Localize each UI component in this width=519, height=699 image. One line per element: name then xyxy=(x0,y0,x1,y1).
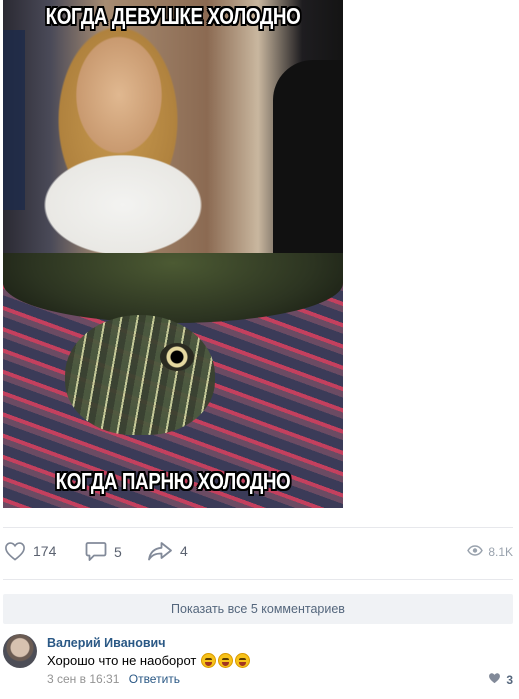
laughing-emoji-icon xyxy=(218,653,234,668)
comment-like-button[interactable]: 3 xyxy=(488,672,513,687)
heart-icon xyxy=(488,672,501,687)
meme-image[interactable]: КОГДА ДЕВУШКЕ ХОЛОДНО КОГДА ПАРНЮ ХОЛОДН… xyxy=(3,0,343,508)
share-count: 4 xyxy=(180,543,188,559)
turtle-eye xyxy=(160,343,194,371)
post-actions: 174 5 4 8.1K xyxy=(0,537,519,569)
like-button[interactable]: 174 xyxy=(4,541,56,561)
laughing-emoji-icon xyxy=(201,653,217,668)
comment-button[interactable]: 5 xyxy=(85,541,122,562)
turtle-head xyxy=(65,315,215,435)
background-person xyxy=(273,60,343,253)
like-count: 174 xyxy=(33,543,57,559)
comment-meta: 3 сен в 16:31 Ответить xyxy=(47,672,180,686)
share-icon xyxy=(147,541,173,561)
meme-caption-bottom: КОГДА ПАРНЮ ХОЛОДНО xyxy=(55,468,291,494)
meme-panel-woman xyxy=(3,0,343,253)
comment: Валерий Иванович Хорошо что не наоборот … xyxy=(3,632,515,694)
comment-like-count: 3 xyxy=(506,672,513,687)
comment-text: Хорошо что не наоборот xyxy=(47,653,251,668)
comment-count: 5 xyxy=(114,543,122,560)
background-door xyxy=(3,30,25,210)
views-count: 8.1K xyxy=(488,545,513,559)
views-counter: 8.1K xyxy=(467,545,513,559)
post: КОГДА ДЕВУШКЕ ХОЛОДНО КОГДА ПАРНЮ ХОЛОДН… xyxy=(0,0,519,699)
meme-caption-top: КОГДА ДЕВУШКЕ ХОЛОДНО xyxy=(45,3,301,29)
show-all-comments-button[interactable]: Показать все 5 комментариев xyxy=(3,594,513,624)
divider xyxy=(3,527,513,528)
divider xyxy=(3,579,513,580)
turtle-shell xyxy=(3,253,343,323)
eye-icon xyxy=(467,545,484,559)
comment-icon xyxy=(85,541,107,562)
reply-link[interactable]: Ответить xyxy=(129,672,180,686)
comment-date[interactable]: 3 сен в 16:31 xyxy=(47,672,119,686)
comment-author[interactable]: Валерий Иванович xyxy=(47,636,165,650)
share-button[interactable]: 4 xyxy=(147,541,188,561)
laughing-emoji-icon xyxy=(235,653,251,668)
heart-icon xyxy=(4,541,26,561)
comment-text-body: Хорошо что не наоборот xyxy=(47,653,197,668)
avatar[interactable] xyxy=(3,634,37,668)
